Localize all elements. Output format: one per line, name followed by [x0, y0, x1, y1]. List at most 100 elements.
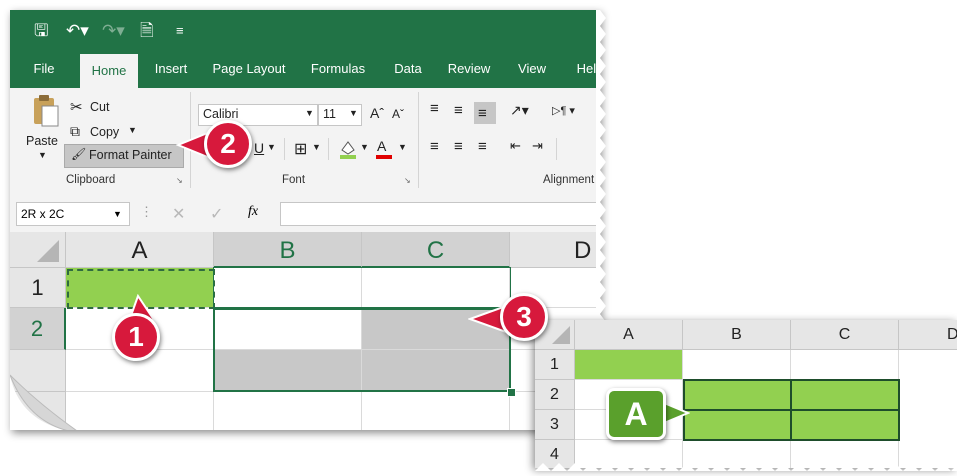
paste-dropdown-icon[interactable]: ▼	[38, 150, 47, 160]
decrease-indent-icon[interactable]: ⇤	[510, 138, 521, 154]
inset-cell-c1	[791, 350, 899, 380]
inset-range-divider	[683, 409, 900, 411]
copy-button[interactable]: Copy	[90, 125, 119, 139]
inset-column-b: B	[683, 320, 791, 350]
inset-row-1: 1	[535, 350, 575, 380]
bottom-align-icon[interactable]: ≡	[474, 102, 496, 124]
top-align-icon[interactable]: ≡	[430, 100, 439, 117]
inset-row-3: 3	[535, 410, 575, 440]
tab-insert[interactable]: Insert	[148, 52, 194, 88]
column-header-a[interactable]: A	[66, 232, 214, 268]
select-all-corner[interactable]	[10, 232, 66, 268]
new-doc-icon[interactable]: 🗎	[140, 10, 154, 52]
tab-review[interactable]: Review	[444, 52, 494, 88]
chevron-down-icon: ▼	[305, 108, 314, 118]
inset-row-2: 2	[535, 380, 575, 410]
row-header-1[interactable]: 1	[10, 268, 66, 308]
selection-range	[213, 308, 511, 392]
inset-column-d: D	[899, 320, 957, 350]
inset-torn-edge	[535, 458, 957, 471]
chevron-down-icon: ▼	[349, 108, 358, 118]
tab-file[interactable]: File	[24, 52, 64, 88]
chevron-down-icon[interactable]: ▼	[113, 203, 122, 225]
orientation-icon[interactable]: ↗▾	[510, 102, 529, 119]
alignment-group-label: Alignment	[543, 174, 595, 186]
align-right-icon[interactable]: ≡	[478, 138, 487, 155]
customize-qat-icon[interactable]: ≡	[176, 10, 184, 52]
copy-dropdown-icon[interactable]: ▼	[128, 125, 137, 135]
font-size-value: 11	[323, 107, 336, 121]
borders-icon[interactable]: ⊞	[294, 139, 307, 159]
column-header-c[interactable]: C	[362, 232, 510, 268]
save-icon[interactable]: 🖫	[34, 10, 48, 52]
format-painter-icon: 🖌	[71, 147, 87, 161]
clipboard-group-label: Clipboard	[66, 174, 116, 186]
wrap-text-icon[interactable]: ▷¶ ▾	[552, 104, 575, 117]
enter-icon[interactable]: ✓	[210, 204, 223, 224]
cell-c4[interactable]	[362, 392, 510, 430]
ribbon-divider	[418, 92, 419, 188]
tab-home[interactable]: Home	[80, 54, 138, 88]
increase-indent-icon[interactable]: ⇥	[532, 138, 543, 154]
font-launcher-icon[interactable]: ↘	[404, 176, 411, 185]
column-header-b[interactable]: B	[214, 232, 362, 268]
cell-b4[interactable]	[214, 392, 362, 430]
underline-dropdown-icon[interactable]: ▼	[267, 142, 276, 152]
row-header-2[interactable]: 2	[10, 308, 66, 350]
align-left-icon[interactable]: ≡	[430, 138, 439, 155]
inset-column-a: A	[575, 320, 683, 350]
callout-a: A	[606, 388, 666, 440]
insert-function-icon[interactable]: fx	[248, 204, 258, 220]
excel-window: 🖫 ↶▾ ↷▾ 🗎 ≡ File Home Insert Page Layout…	[10, 10, 600, 430]
align-center-icon[interactable]: ≡	[454, 138, 463, 155]
column-header-d[interactable]: D	[510, 232, 600, 268]
tab-formulas[interactable]: Formulas	[306, 52, 370, 88]
result-inset: A B C D 1 2 3 4	[535, 320, 957, 468]
paste-icon	[30, 94, 60, 128]
name-box-value: 2R x 2C	[21, 207, 65, 221]
more-options-icon[interactable]: ⋮	[140, 204, 153, 220]
font-divider	[284, 138, 285, 160]
font-color-icon[interactable]: A	[374, 138, 394, 160]
alignment-divider	[556, 138, 557, 160]
paste-button[interactable]: Paste	[26, 134, 58, 148]
inset-cell-a1	[575, 350, 683, 380]
inset-column-c: C	[791, 320, 899, 350]
fill-handle[interactable]	[507, 388, 516, 397]
undo-icon[interactable]: ↶▾	[66, 10, 89, 52]
font-divider	[328, 138, 329, 160]
tab-page-layout[interactable]: Page Layout	[208, 52, 290, 88]
copy-icon: ⧉	[70, 123, 80, 139]
fill-color-dropdown-icon[interactable]: ▼	[360, 142, 369, 152]
font-group-label: Font	[282, 174, 306, 186]
formula-bar: 2R x 2C ▼ ⋮ ✕ ✓ fx	[10, 192, 600, 236]
format-painter-button[interactable]: 🖌 Format Painter	[64, 144, 184, 168]
cancel-icon[interactable]: ✕	[172, 204, 185, 224]
fill-color-icon[interactable]	[338, 138, 358, 160]
callout-a-tail	[662, 401, 691, 425]
callout-3: 3	[500, 293, 548, 341]
font-color-dropdown-icon[interactable]: ▼	[398, 142, 407, 152]
ribbon: Paste ▼ ✂ Cut ⧉ Copy ▼ 🖌 Format Painter …	[10, 88, 600, 193]
middle-align-icon[interactable]: ≡	[454, 102, 463, 119]
tab-view[interactable]: View	[510, 52, 554, 88]
tab-data[interactable]: Data	[388, 52, 428, 88]
selection-outline-row1	[213, 267, 511, 308]
redo-icon[interactable]: ↷▾	[102, 10, 125, 52]
borders-dropdown-icon[interactable]: ▼	[312, 142, 321, 152]
clipboard-launcher-icon[interactable]: ↘	[176, 176, 183, 185]
font-size-select[interactable]: 11 ▼	[318, 104, 362, 126]
callout-1: 1	[112, 313, 160, 361]
cut-icon: ✂	[70, 99, 83, 116]
underline-icon[interactable]: U	[254, 140, 264, 156]
cut-button[interactable]: Cut	[90, 100, 109, 114]
increase-font-icon[interactable]: Aˆ	[370, 105, 384, 121]
decrease-font-icon[interactable]: Aˇ	[392, 107, 404, 121]
page-curl	[10, 365, 90, 430]
callout-2: 2	[204, 120, 252, 168]
format-painter-label: Format Painter	[89, 148, 172, 162]
font-name-value: Calibri	[203, 107, 239, 121]
name-box[interactable]: 2R x 2C ▼	[16, 202, 130, 226]
inset-cell-b1	[683, 350, 791, 380]
formula-input[interactable]	[280, 202, 600, 226]
